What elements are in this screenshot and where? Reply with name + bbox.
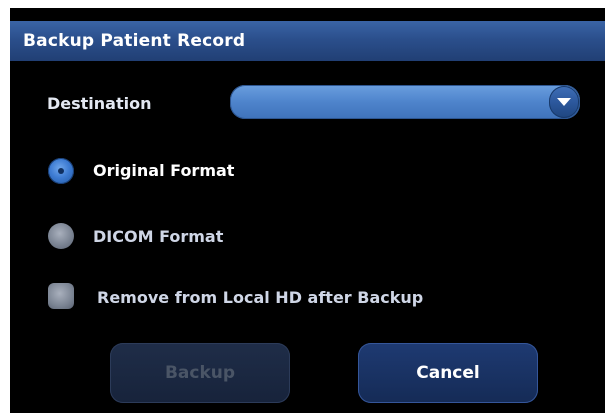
dropdown-arrow-button[interactable] — [549, 86, 579, 118]
original-format-label: Original Format — [93, 161, 235, 180]
backup-button[interactable]: Backup — [110, 343, 290, 403]
dialog-title: Backup Patient Record — [23, 31, 246, 51]
remove-from-local-hd-checkbox[interactable] — [48, 283, 74, 309]
dialog-titlebar: Backup Patient Record — [10, 21, 605, 61]
destination-label: Destination — [47, 94, 152, 113]
remove-from-local-hd-label: Remove from Local HD after Backup — [97, 288, 424, 307]
backup-patient-record-dialog: Backup Patient Record Destination Origin… — [10, 8, 605, 413]
original-format-radio[interactable] — [48, 158, 74, 184]
dicom-format-label: DICOM Format — [93, 227, 224, 246]
cancel-button[interactable]: Cancel — [358, 343, 538, 403]
dicom-format-radio[interactable] — [48, 223, 74, 249]
destination-dropdown[interactable] — [230, 85, 580, 119]
radio-selected-dot — [58, 168, 64, 174]
chevron-down-icon — [557, 98, 571, 106]
